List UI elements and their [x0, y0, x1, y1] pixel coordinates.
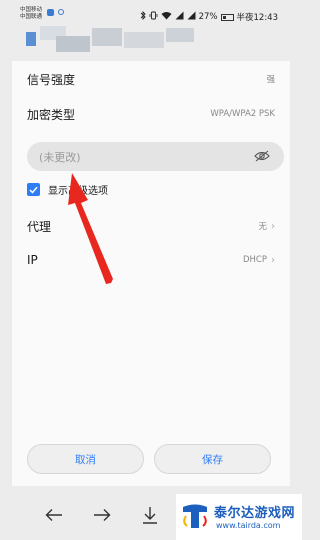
proxy-value: 无 [258, 222, 267, 232]
save-button[interactable]: 保存 [154, 444, 271, 474]
ip-row[interactable]: IP DHCP › [27, 249, 275, 271]
notification-ring-icon [58, 9, 64, 15]
carrier-labels: 中国移动 中国联通 [20, 7, 42, 21]
watermark: 泰尔达游戏网 www.tairda.com [176, 494, 302, 540]
carrier-1: 中国移动 [20, 7, 43, 13]
ip-value: DHCP [243, 255, 267, 265]
carrier-2: 中国联通 [20, 14, 43, 20]
wifi-icon [161, 11, 172, 23]
signal-icon [175, 11, 184, 23]
proxy-label: 代理 [27, 219, 52, 234]
encryption-label: 加密类型 [27, 107, 76, 122]
password-placeholder: (未更改) [39, 150, 81, 164]
notification-app-icon [47, 9, 54, 16]
network-name-blurred [26, 26, 196, 54]
proxy-row[interactable]: 代理 无 › [27, 215, 275, 237]
battery-percent: 27% [198, 12, 218, 22]
wifi-settings-dialog: 信号强度 强 加密类型 WPA/WPA2 PSK (未更改) 显示高级选项 代理… [12, 61, 290, 486]
ip-label: IP [27, 253, 38, 267]
watermark-logo [183, 504, 207, 528]
advanced-options-label: 显示高级选项 [48, 186, 108, 197]
advanced-options-checkbox[interactable] [27, 183, 40, 196]
chevron-right-icon: › [271, 254, 275, 266]
status-icons: 27% 半夜12:43 [140, 10, 279, 23]
signal-strength-row: 信号强度 强 [27, 68, 275, 90]
signal-icon [187, 11, 196, 23]
bluetooth-icon [140, 10, 146, 23]
signal-strength-label: 信号强度 [27, 72, 76, 87]
password-field[interactable]: (未更改) [27, 142, 284, 171]
battery-icon [220, 13, 234, 21]
download-icon[interactable] [139, 504, 161, 526]
watermark-title: 泰尔达游戏网 [214, 506, 296, 521]
encryption-row: 加密类型 WPA/WPA2 PSK [27, 103, 275, 125]
signal-strength-value: 强 [266, 75, 275, 85]
chevron-right-icon: › [271, 220, 275, 232]
forward-arrow-icon[interactable] [91, 504, 113, 526]
watermark-url: www.tairda.com [216, 521, 281, 530]
cancel-button[interactable]: 取消 [27, 444, 144, 474]
eye-hidden-icon[interactable] [254, 147, 270, 166]
clock: 半夜12:43 [236, 13, 279, 23]
back-arrow-icon[interactable] [43, 504, 65, 526]
vibrate-icon [149, 11, 158, 23]
encryption-value: WPA/WPA2 PSK [210, 109, 275, 119]
status-bar: 中国移动 中国联通 27% 半夜12:43 [0, 0, 302, 23]
advanced-options-row[interactable]: 显示高级选项 [27, 182, 108, 197]
